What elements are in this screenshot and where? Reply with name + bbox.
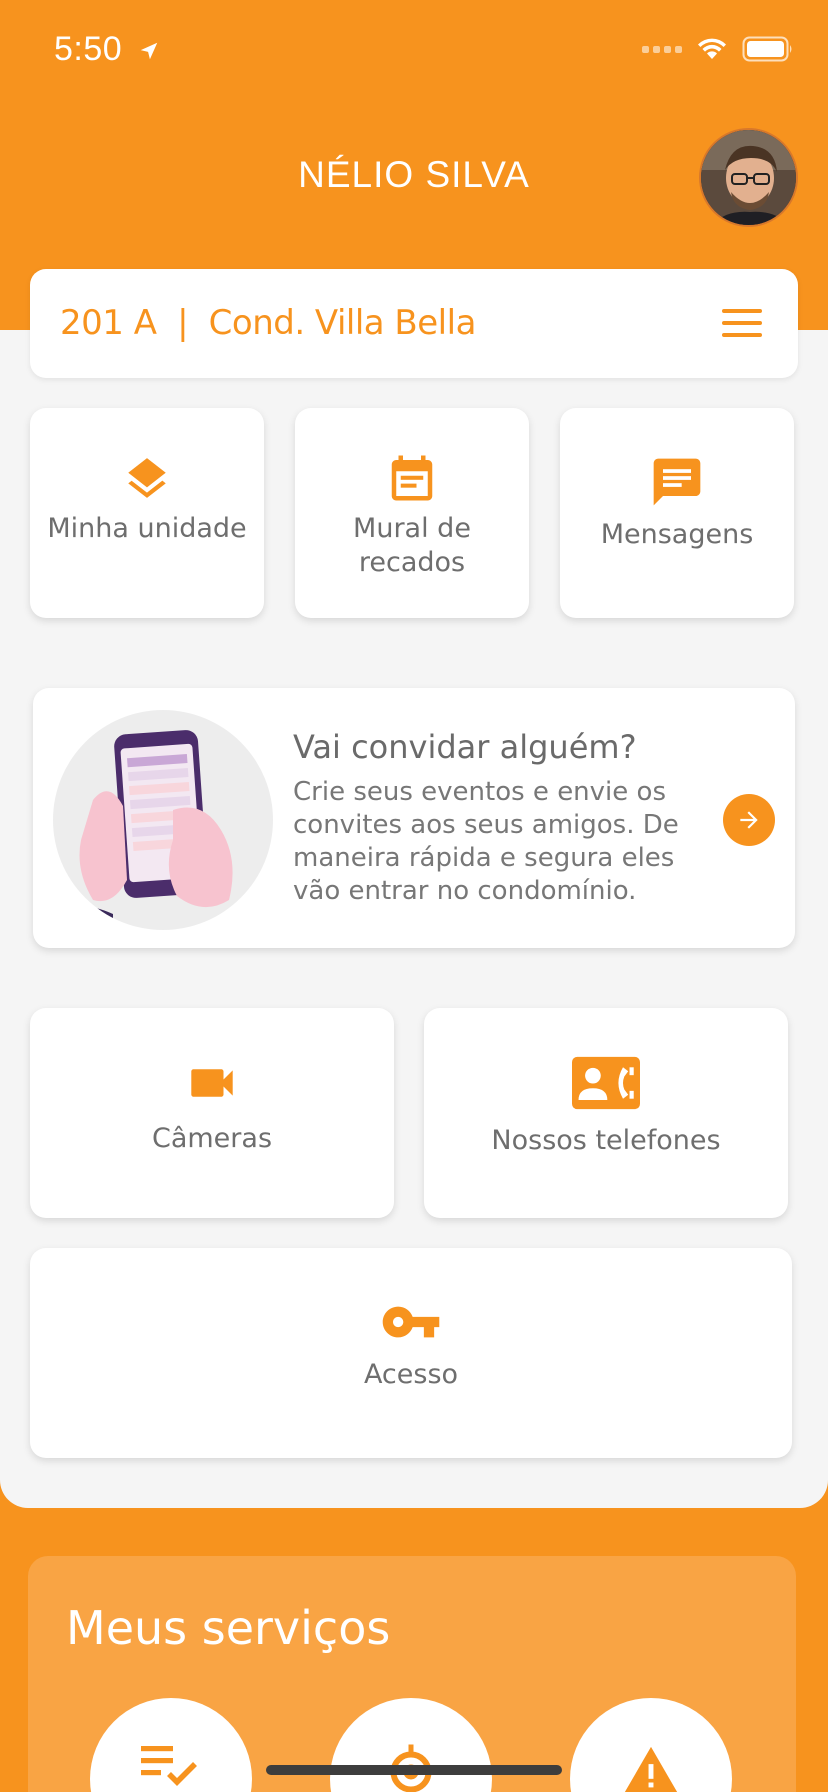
service-button-warning[interactable]	[570, 1698, 732, 1792]
home-indicator[interactable]	[266, 1765, 562, 1775]
card-acesso[interactable]: Acesso	[30, 1248, 792, 1458]
key-icon	[382, 1306, 440, 1338]
cellular-signal-icon	[642, 45, 682, 53]
unit-selector-card[interactable]: 201 A | Cond. Villa Bella	[30, 269, 798, 378]
wifi-icon	[698, 38, 726, 59]
card-label: Nossos telefones	[491, 1125, 721, 1156]
avatar[interactable]	[699, 128, 798, 227]
card-nossos-telefones[interactable]: Nossos telefones	[424, 1008, 788, 1218]
location-arrow-icon	[140, 42, 158, 60]
unit-title: 201 A | Cond. Villa Bella	[60, 303, 476, 343]
status-bar: 5:50	[0, 0, 828, 100]
service-button-location[interactable]	[330, 1698, 492, 1792]
contact-phone-icon	[572, 1056, 640, 1110]
status-time-text: 5:50	[54, 30, 123, 68]
checklist-icon	[141, 1746, 197, 1786]
services-title: Meus serviços	[66, 1601, 391, 1655]
card-mural-de-recados[interactable]: Mural de recados	[295, 408, 529, 618]
arrow-forward-button[interactable]	[723, 794, 775, 846]
card-cameras[interactable]: Câmeras	[30, 1008, 394, 1218]
battery-icon	[742, 36, 792, 62]
phone-invite-illustration	[53, 710, 273, 930]
card-label: Minha unidade	[47, 513, 247, 544]
card-minha-unidade[interactable]: Minha unidade	[30, 408, 264, 618]
calendar-icon	[391, 455, 433, 501]
main-area-bottom-edge	[0, 1480, 828, 1508]
card-label: Câmeras	[151, 1123, 273, 1154]
menu-icon[interactable]	[722, 309, 762, 337]
services-panel: Meus serviços	[28, 1556, 796, 1792]
layers-icon	[128, 458, 166, 498]
avatar-photo	[701, 130, 796, 225]
card-label: Mural de recados	[353, 513, 471, 578]
service-button-checklist[interactable]	[90, 1698, 252, 1792]
videocam-icon	[191, 1069, 233, 1097]
message-icon	[653, 458, 701, 506]
status-time: 5:50	[54, 30, 160, 69]
arrow-right-icon	[740, 811, 758, 829]
invite-banner[interactable]: Vai convidar alguém? Crie seus eventos e…	[33, 688, 795, 948]
invite-description: Crie seus eventos e envie os convites ao…	[293, 777, 679, 906]
card-label: Mensagens	[600, 519, 754, 550]
status-right	[642, 36, 794, 62]
card-mensagens[interactable]: Mensagens	[560, 408, 794, 618]
invite-title: Vai convidar alguém?	[293, 728, 637, 766]
warning-icon	[624, 1746, 678, 1792]
card-label: Acesso	[363, 1359, 459, 1390]
